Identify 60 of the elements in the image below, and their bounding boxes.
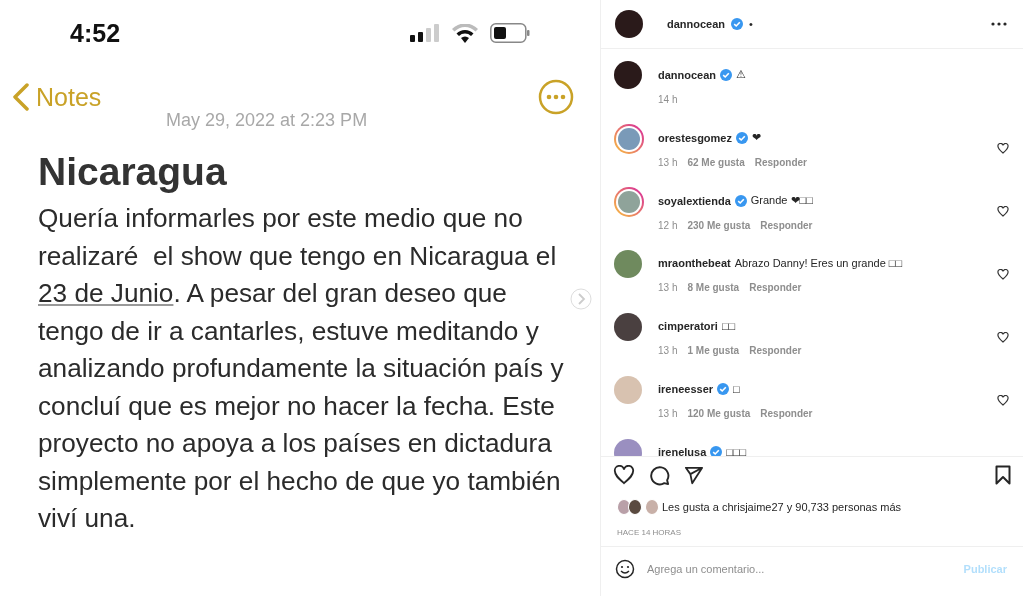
signal-icon xyxy=(410,24,440,42)
like-count[interactable]: 62 Me gusta xyxy=(687,157,745,168)
heart-icon[interactable] xyxy=(613,465,635,485)
likes-summary[interactable]: Les gusta a chrisjaime27 y 90,733 personas más xyxy=(662,501,902,513)
post-time: 14 h xyxy=(658,94,678,105)
comment-time: 13 h xyxy=(658,282,678,293)
reply-link[interactable]: Responder xyxy=(749,345,802,356)
comment-text: Abrazo Danny! Eres un grande □□ xyxy=(734,257,903,269)
heart-icon[interactable] xyxy=(997,395,1009,406)
username[interactable]: orestesgomez xyxy=(658,131,732,144)
comment-text: Grande ❤□□ xyxy=(750,194,813,207)
status-time: 4:52 xyxy=(70,18,121,48)
username[interactable]: soyalextienda xyxy=(658,194,731,207)
heart-icon[interactable] xyxy=(997,143,1009,154)
separator-dot: • xyxy=(749,18,753,30)
post-date: HACE 14 HORAS xyxy=(616,527,683,537)
note-title: Nicaragua xyxy=(38,150,228,194)
username[interactable]: dannocean xyxy=(667,18,726,30)
like-count[interactable]: 8 Me gusta xyxy=(687,282,740,293)
comment-field[interactable]: Agrega un comentario... xyxy=(647,563,952,575)
comment-text: □□□ xyxy=(726,446,747,456)
comment-time: 12 h xyxy=(658,220,678,231)
reply-link[interactable]: Responder xyxy=(760,220,813,231)
comment-time: 13 h xyxy=(658,408,678,419)
username[interactable]: dannocean xyxy=(658,68,717,81)
username[interactable]: cimperatori xyxy=(658,320,718,332)
avatar[interactable] xyxy=(614,61,642,89)
battery-icon xyxy=(490,23,530,43)
emoji-icon[interactable] xyxy=(615,559,635,579)
comment-text: ❤ xyxy=(752,131,761,144)
note-date: May 29, 2022 at 2:23 PM xyxy=(166,110,368,131)
date-link[interactable]: 23 de Junio xyxy=(38,278,174,308)
avatar[interactable] xyxy=(615,10,643,38)
username[interactable]: irenelusa xyxy=(658,446,707,456)
reply-link[interactable]: Responder xyxy=(760,408,813,419)
like-count[interactable]: 230 Me gusta xyxy=(687,220,751,231)
liker-avatars xyxy=(617,499,656,515)
username[interactable]: mraonthebeat xyxy=(658,257,731,269)
avatar[interactable] xyxy=(614,313,642,341)
comment-icon[interactable] xyxy=(649,464,670,486)
more-icon[interactable] xyxy=(991,22,1007,26)
heart-icon[interactable] xyxy=(997,332,1009,343)
caption-text: ⚠ xyxy=(736,68,747,81)
reply-link[interactable]: Responder xyxy=(754,157,807,168)
comment-time: 13 h xyxy=(658,345,678,356)
like-count[interactable]: 1 Me gusta xyxy=(687,345,740,356)
wifi-icon xyxy=(452,23,478,43)
comment-text: □ xyxy=(733,383,740,395)
heart-icon[interactable] xyxy=(997,206,1009,217)
comment-text: □□ xyxy=(721,320,736,332)
bookmark-icon[interactable] xyxy=(995,465,1011,485)
back-button[interactable]: Notes xyxy=(12,82,102,112)
chevron-icon xyxy=(12,83,30,111)
comment-time: 13 h xyxy=(658,157,678,168)
reply-link[interactable]: Responder xyxy=(749,282,802,293)
note-body: Quería informarles por este medio que no realizaré el show que tengo en Nicaragua el 23 de Junio. A pesar del gran deseo que tengo de ir a cantarles, estuve meditando y analizando profundamente la situación país y concluí que es mejor no hacer la fecha. Este proyecto no apoya a los países en dictadura simplemente por el hecho de que yo también viví una. xyxy=(38,202,565,535)
username[interactable]: ireneesser xyxy=(658,383,714,395)
heart-icon[interactable] xyxy=(997,269,1009,280)
send-icon[interactable] xyxy=(684,465,704,485)
like-count[interactable]: 120 Me gusta xyxy=(687,408,751,419)
